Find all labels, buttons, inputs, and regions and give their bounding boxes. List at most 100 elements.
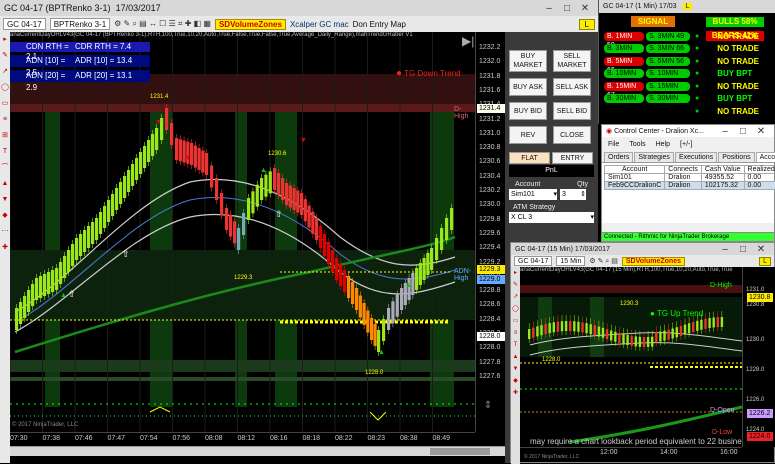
account-select[interactable]: Sim101 ▾: [509, 189, 557, 200]
signal-title: GC 04-17 (1 Min): [603, 3, 657, 10]
signal-title-bar: GC 04-17 (1 Min) 17/03 L: [599, 0, 775, 13]
qty-stepper[interactable]: 3⇕: [560, 189, 586, 200]
table-cell: Dralion: [665, 174, 702, 182]
axis-price-label: 1229.8: [479, 216, 500, 223]
chart15-interval[interactable]: 15 Min: [556, 256, 585, 266]
chart15-sd-button[interactable]: SDVolumeZones: [622, 257, 685, 266]
chart15-area[interactable]: anaCurrentDayOHLV43(GC 04-17 (15 Min),RT…: [520, 267, 742, 447]
l-badge[interactable]: L: [579, 19, 595, 30]
signal-sell-pill: S. 5MIN 56: [646, 57, 690, 66]
main-scrollbar[interactable]: [10, 446, 505, 456]
cc-column-header[interactable]: Cash Value: [701, 166, 744, 174]
chart15-price-1230: 1230.3: [620, 301, 638, 307]
rev-button[interactable]: REV: [509, 126, 547, 144]
minimize-icon[interactable]: –: [716, 244, 734, 255]
cc-menu-item[interactable]: Tools: [629, 141, 645, 148]
chart15-date: 17/03/2017: [575, 246, 610, 253]
indicator-line: anaCurrentDayOHLV43(GC 04-17 (BPTRenko 3…: [10, 32, 465, 38]
cc-menu-item[interactable]: Help: [656, 141, 670, 148]
cc-tab[interactable]: Accounts: [756, 152, 775, 162]
signal-row: B. 10MIN 74S. 10MIN 76●BUY BPT: [603, 68, 773, 81]
time-label: 08:16: [270, 435, 288, 442]
chart15-l-badge[interactable]: L: [759, 257, 771, 266]
main-chart-area[interactable]: ▼▲▲▲▲▼▼⇧⇧⇧ CDN RTH = 2.1CDR RTH = 7.4 AD…: [10, 32, 475, 432]
cc-menu-item[interactable]: [+/-]: [680, 141, 692, 148]
sdvolumezones-button[interactable]: SDVolumeZones: [215, 19, 286, 30]
buy-bid-button[interactable]: BUY BID: [509, 102, 547, 120]
resistance-zone: [10, 104, 475, 112]
entry-button[interactable]: ENTRY: [552, 152, 593, 164]
instrument-select[interactable]: GC 04-17: [3, 18, 46, 30]
xcalper-label[interactable]: Xcalper GC mac: [290, 20, 349, 29]
cc-menu-item[interactable]: File: [608, 141, 619, 148]
signal-buy-pill: B. 30MIN 54: [604, 94, 644, 103]
tg-down-trend-label: ● TG Down Trend: [396, 68, 461, 79]
signal-l-badge[interactable]: L: [683, 3, 693, 10]
cc-column-header[interactable]: Realized: [744, 166, 775, 174]
buy-ask-button[interactable]: BUY ASK: [509, 78, 547, 96]
flat-button[interactable]: FLAT: [509, 152, 550, 164]
chart15-instrument[interactable]: GC 04-17: [514, 256, 552, 266]
chart15-axis-price: 1230.8: [746, 302, 764, 308]
signal-status: NO TRADE: [717, 32, 759, 41]
table-row[interactable]: Feb9CCDralionCDralion102175.320.00: [605, 182, 775, 190]
sell-ask-button[interactable]: SELL ASK: [553, 78, 591, 96]
next-arrow-icon[interactable]: ▶|: [462, 34, 474, 48]
table-row[interactable]: Sim101Dralion49355.520.00: [605, 174, 775, 182]
chart15-tag-open: 1226.2: [747, 409, 773, 418]
chart15-price-1228: 1228.0: [542, 357, 560, 363]
chart15-time-label: 12:00: [600, 449, 618, 456]
signal-sell-pill: S. 3MIN 49: [646, 32, 690, 41]
axis-scroll-icon[interactable]: ⇕: [478, 400, 498, 420]
chart15-axis-price: 1226.0: [746, 397, 764, 403]
cc-tab[interactable]: Strategies: [634, 152, 674, 162]
close-button[interactable]: CLOSE: [553, 126, 591, 144]
minimize-icon[interactable]: –: [540, 3, 558, 14]
close-icon[interactable]: ✕: [752, 126, 770, 137]
drawing-tools-icon[interactable]: ▸✎↗◯▭≡⊞T⌒▲▼◆⋯✚: [0, 32, 10, 256]
axis-price-label: 1232.0: [479, 58, 500, 65]
atm-select[interactable]: X CL 3▾: [509, 212, 594, 223]
cc-tab[interactable]: Positions: [718, 152, 754, 162]
signal-date: 17/03: [659, 3, 677, 10]
toolbar-icons[interactable]: ⚙ ✎ ⌕ ▤ ↔ ☐ ☰ ⌗ ✚ ◧ ▦: [114, 19, 211, 29]
bartype-select[interactable]: BPTRenko 3-1: [50, 18, 110, 30]
main-chart-window: GC 04-17 (BPTRenko 3-1) 17/03/2017 –□✕ G…: [0, 0, 598, 463]
cc-menu: File Tools Help [+/-]: [602, 137, 774, 152]
cc-tabs: OrdersStrategiesExecutionsPositionsAccou…: [602, 152, 774, 163]
close-icon[interactable]: ✕: [576, 3, 594, 14]
sell-bid-button[interactable]: SELL BID: [553, 102, 591, 120]
cc-tab[interactable]: Executions: [675, 152, 717, 162]
cc-tab[interactable]: Orders: [604, 152, 633, 162]
map-label[interactable]: Don Entry Map: [353, 20, 406, 29]
signal-buy-pill: B. 1MIN 50: [604, 32, 644, 41]
signal-arrow: ▲: [405, 282, 412, 289]
status-dot-icon: ●: [695, 45, 699, 52]
maximize-icon[interactable]: □: [734, 126, 752, 137]
signal-arrow: ▲: [378, 349, 385, 356]
chart15-drawing-tools[interactable]: ▸✎↗◯▭≡T▲▼◆✚: [511, 267, 520, 464]
adr20-stat: ADR [20] = 13.1: [75, 70, 132, 82]
chevron-down-icon: ▾: [590, 212, 594, 223]
price-tag-2: 1229.3: [477, 265, 505, 274]
sell-market-button[interactable]: SELL MARKET: [553, 50, 591, 72]
chart15-toolbar: GC 04-17 15 Min ⚙ ✎ ⌕ ▤ SDVolumeZones L: [511, 255, 774, 267]
maximize-icon[interactable]: □: [734, 244, 752, 255]
main-copyright: © 2017 NinjaTrader, LLC: [12, 422, 78, 428]
cc-column-header[interactable]: Connects: [665, 166, 702, 174]
maximize-icon[interactable]: □: [558, 3, 576, 14]
table-cell: 0.00: [744, 182, 775, 190]
cc-column-header[interactable]: Account: [605, 166, 665, 174]
chart15-price-axis[interactable]: 1231.01230.81230.01228.01226.01224.0 123…: [742, 267, 775, 447]
buy-market-button[interactable]: BUY MARKET: [509, 50, 547, 72]
main-time-axis: 07:3007:3807:4607:4707:5407:5608:0808:12…: [10, 432, 475, 446]
chart15-tool-icons[interactable]: ⚙ ✎ ⌕ ▤: [589, 257, 618, 266]
main-price-axis[interactable]: 1232.21232.01231.81231.61231.41231.21231…: [475, 32, 505, 432]
status-dot-icon: ●: [695, 70, 699, 77]
price-label-1231: 1231.4: [150, 94, 168, 100]
table-cell: 0.00: [744, 174, 775, 182]
status-dot-icon: ●: [695, 58, 699, 65]
close-icon[interactable]: ✕: [752, 244, 770, 255]
minimize-icon[interactable]: –: [716, 126, 734, 137]
signal-buy-pill: B. 3MIN 65: [604, 44, 644, 53]
